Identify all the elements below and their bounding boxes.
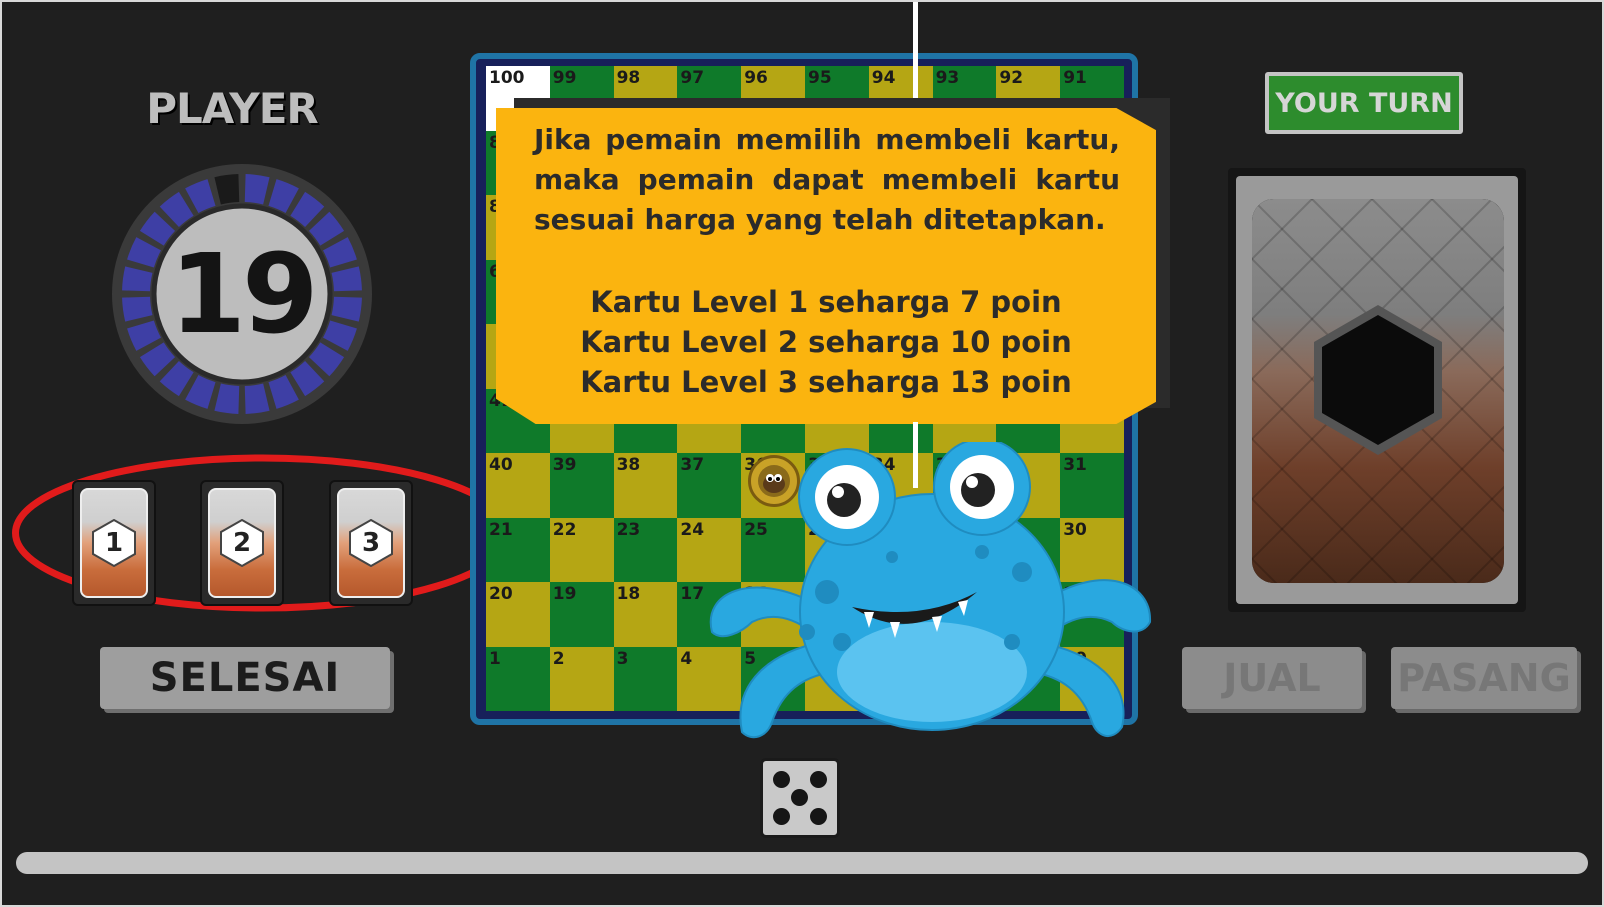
- board-cell-number: 39: [552, 455, 577, 475]
- board-cell: 39: [549, 453, 614, 518]
- dice-pip: [773, 771, 790, 788]
- dice-pip: [791, 789, 808, 806]
- card-face: 2: [208, 488, 276, 598]
- dice-pip: [810, 771, 827, 788]
- board-cell-number: 19: [552, 584, 577, 604]
- monster-mascot-icon: [709, 442, 1152, 739]
- turn-badge: YOUR TURN: [1265, 72, 1463, 134]
- board-cell-number: 20: [489, 584, 513, 604]
- board-cell-number: 94: [871, 68, 896, 88]
- place-button[interactable]: PASANG: [1391, 647, 1577, 709]
- card-level-label: 1: [104, 528, 124, 558]
- card-face: 3: [337, 488, 405, 598]
- card-pattern-icon: [1252, 199, 1504, 583]
- board-cell-number: 38: [616, 455, 641, 475]
- sell-button[interactable]: JUAL: [1182, 647, 1362, 709]
- board-cell-number: 4: [680, 648, 693, 669]
- price-line: Kartu Level 3 seharga 13 poin: [580, 365, 1072, 399]
- board-cell: 20: [486, 582, 550, 647]
- board-cell-number: 18: [616, 584, 641, 604]
- board-cell: 22: [549, 517, 614, 582]
- board-cell-number: 2: [552, 648, 565, 669]
- board-cell: 18: [613, 582, 678, 647]
- board-cell: 19: [549, 582, 614, 647]
- board-cell: 23: [613, 517, 678, 582]
- dice-pip: [810, 808, 827, 825]
- board-cell: 21: [486, 517, 550, 582]
- tooltip-thread: [913, 2, 918, 102]
- progress-bar: [16, 852, 1588, 874]
- dice-button[interactable]: [760, 758, 840, 838]
- board-cell-number: 40: [489, 455, 513, 475]
- board-cell-number: 92: [999, 68, 1024, 88]
- board-cell-number: 1: [489, 648, 501, 669]
- card-level-label: 3: [361, 528, 381, 558]
- board-cell-number: 23: [616, 519, 641, 540]
- player-label: PLAYER: [146, 84, 318, 133]
- board-cell-number: 91: [1063, 68, 1087, 88]
- board-cell-number: 96: [744, 68, 768, 88]
- hand-card-1[interactable]: 1: [72, 480, 156, 606]
- board-cell-number: 93: [935, 68, 960, 88]
- board-cell-number: 98: [616, 68, 641, 88]
- finish-button[interactable]: SELESAI: [100, 647, 390, 709]
- board-cell: 38: [613, 453, 678, 518]
- dice-pip: [773, 808, 790, 825]
- board-cell: 40: [486, 453, 550, 518]
- board-cell-number: 99: [552, 68, 577, 88]
- timer-value: 19: [169, 230, 318, 358]
- price-line: Kartu Level 1 seharga 7 poin: [590, 285, 1062, 319]
- board-cell-number: 22: [552, 519, 577, 540]
- board-cell-number: 100: [489, 68, 525, 88]
- hand-card-3[interactable]: 3: [329, 480, 413, 606]
- board-cell: 2: [549, 646, 614, 711]
- board-cell-number: 97: [680, 68, 705, 88]
- tooltip-intro-text: Jika pemain memilih membeli kartu, maka …: [534, 123, 1120, 236]
- card-face: 1: [80, 488, 148, 598]
- deck-card-face: [1252, 199, 1504, 583]
- card-level-label: 2: [232, 528, 252, 558]
- price-line: Kartu Level 2 seharga 10 poin: [580, 325, 1072, 359]
- tooltip-price-list: Kartu Level 1 seharga 7 poin Kartu Level…: [496, 282, 1156, 402]
- board-cell: 1: [486, 646, 550, 711]
- game-screen: PLAYER 19 1 2 3 SELESAI 100 99 98 97 96 95 94 9…: [0, 0, 1604, 907]
- board-cell-number: 3: [616, 648, 629, 669]
- hand-card-2[interactable]: 2: [200, 480, 284, 606]
- board-cell: 3: [613, 646, 678, 711]
- board-cell-number: 95: [808, 68, 832, 88]
- board-cell-number: 21: [489, 519, 513, 540]
